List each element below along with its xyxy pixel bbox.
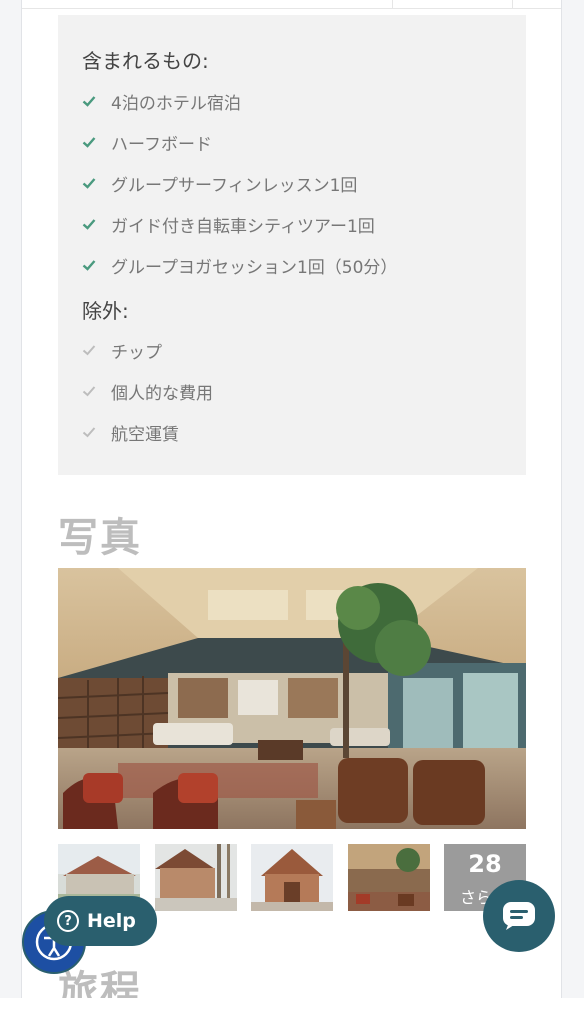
question-circle-icon: ? <box>57 910 79 932</box>
chat-icon <box>503 902 535 930</box>
photo-thumbnail[interactable] <box>251 844 333 911</box>
check-icon <box>82 178 96 189</box>
excluded-title: 除外: <box>82 299 129 323</box>
included-item-label: グループサーフィンレッスン1回 <box>111 175 358 196</box>
top-bar-edge <box>22 0 561 9</box>
included-item: ハーフボード <box>82 130 212 155</box>
check-icon <box>82 219 96 230</box>
excluded-item-label: チップ <box>111 342 162 363</box>
included-item-label: グループヨガセッション1回（50分） <box>111 257 398 278</box>
wooden-building-thumb <box>155 844 237 911</box>
excluded-item: 個人的な費用 <box>82 379 213 404</box>
help-label: Help <box>87 910 136 932</box>
photo-thumbnail[interactable] <box>348 844 430 911</box>
check-icon <box>82 345 96 356</box>
check-icon <box>82 137 96 148</box>
more-photos-count: 28 <box>468 850 502 878</box>
photo-thumbnail[interactable] <box>155 844 237 911</box>
check-icon <box>82 96 96 107</box>
included-item: グループヨガセッション1回（50分） <box>82 253 398 278</box>
included-title: 含まれるもの: <box>82 49 209 73</box>
excluded-item-label: 航空運賃 <box>111 424 179 445</box>
check-icon <box>82 427 96 438</box>
included-item: ガイド付き自転車シティツアー1回 <box>82 212 375 237</box>
lobby-thumb <box>348 844 430 911</box>
included-item: 4泊のホテル宿泊 <box>82 89 241 114</box>
included-item-label: ハーフボード <box>111 134 212 155</box>
chat-button[interactable] <box>483 880 555 952</box>
main-photo[interactable] <box>58 568 526 829</box>
check-icon <box>82 386 96 397</box>
included-item: グループサーフィンレッスン1回 <box>82 171 358 196</box>
page-left-margin <box>0 0 22 998</box>
inclusions-card: 含まれるもの: 4泊のホテル宿泊 ハーフボード グループサーフィンレッスン1回 … <box>58 15 526 475</box>
included-item-label: ガイド付き自転車シティツアー1回 <box>111 216 375 237</box>
help-button[interactable]: ? Help <box>44 896 157 946</box>
browser-bottom-edge <box>0 998 584 1024</box>
photos-heading: 写真 <box>58 515 142 561</box>
lodge-facade-thumb <box>251 844 333 911</box>
page-right-margin <box>561 0 584 998</box>
excluded-item-label: 個人的な費用 <box>111 383 213 404</box>
lobby-photo <box>58 568 526 829</box>
excluded-item: チップ <box>82 338 162 363</box>
check-icon <box>82 260 96 271</box>
included-item-label: 4泊のホテル宿泊 <box>111 93 241 114</box>
excluded-item: 航空運賃 <box>82 420 179 445</box>
